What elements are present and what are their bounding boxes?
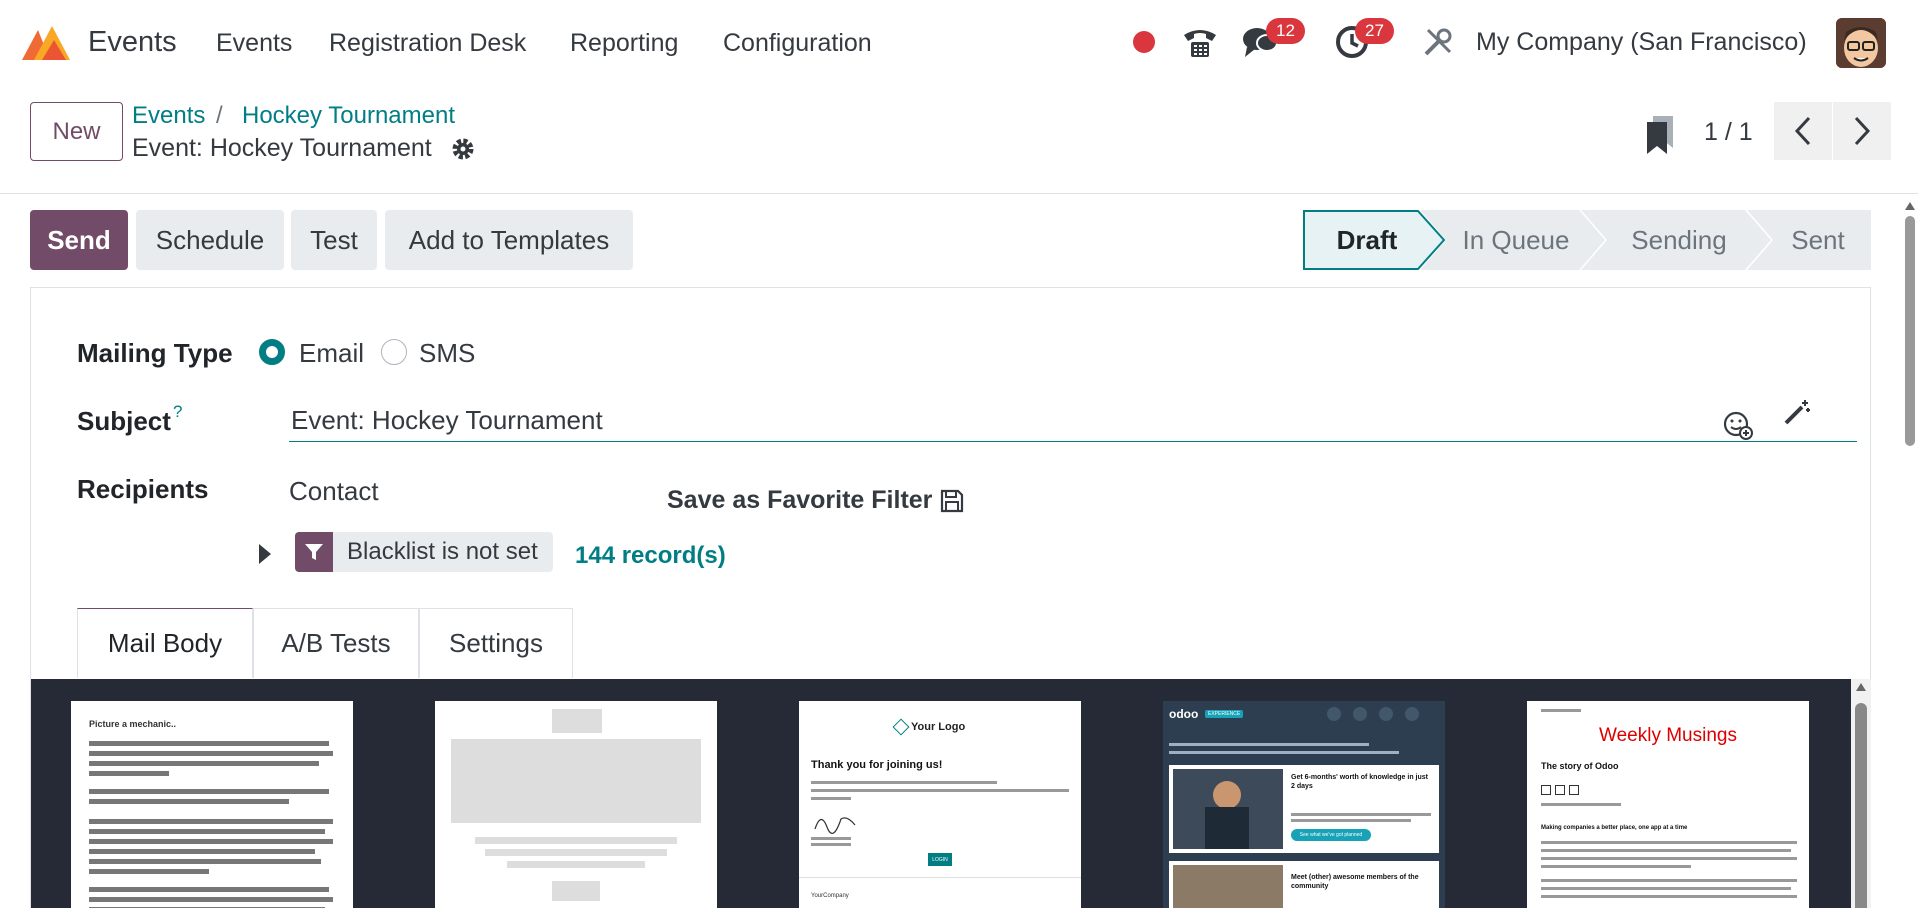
tab-ab-tests[interactable]: A/B Tests bbox=[253, 608, 419, 678]
template-thumb-welcome-logo: Your Logo bbox=[911, 721, 966, 733]
chevron-left-icon bbox=[1794, 116, 1811, 146]
gallery-scrollbar-thumb[interactable] bbox=[1855, 703, 1867, 908]
breadcrumb-hockey-tournament[interactable]: Hockey Tournament bbox=[242, 102, 455, 130]
test-button[interactable]: Test bbox=[291, 210, 377, 270]
template-thumb-blank[interactable] bbox=[435, 701, 717, 908]
template-thumb-newsletter-tag: EXPERIENCE bbox=[1205, 710, 1244, 718]
template-thumb-plain-text[interactable]: Picture a mechanic.. bbox=[71, 701, 353, 908]
template-thumb-welcome-footer: YourCompany bbox=[811, 893, 849, 899]
status-bar: Draft In Queue Sending Sent bbox=[1303, 210, 1871, 270]
schedule-button[interactable]: Schedule bbox=[136, 210, 284, 270]
events-app-logo-icon[interactable] bbox=[22, 24, 72, 60]
template-thumb-newsletter-brand: odoo bbox=[1169, 707, 1199, 721]
sms-radio-label[interactable]: SMS bbox=[419, 338, 475, 369]
filter-icon bbox=[295, 532, 333, 572]
stage-draft[interactable]: Draft bbox=[1303, 210, 1431, 270]
domain-expand-caret-icon[interactable] bbox=[259, 544, 271, 564]
activities-badge: 27 bbox=[1355, 18, 1394, 44]
messages-badge: 12 bbox=[1266, 18, 1305, 44]
top-navbar: Events Events Registration Desk Reportin… bbox=[0, 0, 1918, 86]
gear-icon[interactable] bbox=[450, 136, 476, 162]
template-thumb-newsletter-btn: See what we've got planned bbox=[1291, 829, 1371, 841]
chevron-right-icon bbox=[1854, 116, 1871, 146]
template-thumb-weekly-musings[interactable]: Weekly Musings The story of Odoo Making … bbox=[1527, 701, 1809, 908]
template-thumb-welcome[interactable]: Your Logo Thank you for joining us! LOGI… bbox=[799, 701, 1081, 908]
subject-label: Subject bbox=[77, 406, 171, 436]
menu-reporting[interactable]: Reporting bbox=[570, 29, 678, 58]
subject-help-icon[interactable]: ? bbox=[173, 402, 182, 422]
email-radio[interactable] bbox=[259, 339, 285, 365]
template-thumb-newsletter-item2: Meet (other) awesome members of the comm… bbox=[1291, 874, 1419, 890]
template-thumb-weekly-musings-title: Weekly Musings bbox=[1599, 725, 1737, 746]
breadcrumb-separator: / bbox=[216, 102, 223, 129]
debug-tools-icon[interactable] bbox=[1420, 22, 1456, 62]
pager-previous-button[interactable] bbox=[1774, 102, 1832, 160]
breadcrumb-events[interactable]: Events bbox=[132, 102, 205, 130]
user-avatar[interactable] bbox=[1836, 18, 1886, 68]
record-title: Event: Hockey Tournament bbox=[132, 134, 432, 162]
header-divider bbox=[0, 193, 1918, 194]
template-thumb-weekly-musings-subtitle: The story of Odoo bbox=[1541, 761, 1619, 771]
subject-input[interactable] bbox=[289, 400, 1857, 442]
stage-sending[interactable]: Sending bbox=[1603, 210, 1755, 270]
mailing-type-label: Mailing Type bbox=[77, 338, 233, 368]
send-button[interactable]: Send bbox=[30, 210, 128, 270]
magic-wand-icon[interactable] bbox=[1783, 398, 1811, 426]
tab-mail-body[interactable]: Mail Body bbox=[77, 608, 253, 678]
template-thumb-newsletter[interactable]: odoo EXPERIENCE Get 6-months' worth of k… bbox=[1163, 701, 1445, 908]
menu-events[interactable]: Events bbox=[216, 29, 292, 58]
gallery-scrollbar[interactable] bbox=[1851, 679, 1871, 908]
email-radio-label[interactable]: Email bbox=[299, 338, 364, 369]
add-to-templates-button[interactable]: Add to Templates bbox=[385, 210, 633, 270]
menu-registration-desk[interactable]: Registration Desk bbox=[329, 29, 526, 58]
page-scrollbar-thumb[interactable] bbox=[1905, 216, 1915, 446]
template-thumb-newsletter-item1: Get 6-months' worth of knowledge in just… bbox=[1291, 774, 1428, 790]
stage-in-queue[interactable]: In Queue bbox=[1441, 210, 1591, 270]
template-thumb-welcome-login: LOGIN bbox=[928, 853, 952, 866]
form-sheet: Mailing Type Email SMS Subject ? Recipie… bbox=[30, 287, 1871, 908]
app-name[interactable]: Events bbox=[88, 26, 177, 59]
floppy-disk-icon bbox=[941, 489, 964, 512]
company-switcher[interactable]: My Company (San Francisco) bbox=[1476, 28, 1807, 57]
menu-configuration[interactable]: Configuration bbox=[723, 29, 872, 58]
filter-chip-label: Blacklist is not set bbox=[347, 538, 538, 565]
page-scrollbar[interactable] bbox=[1904, 200, 1916, 908]
template-thumb-weekly-musings-section: Making companies a better place, one app… bbox=[1541, 825, 1688, 831]
emoji-picker-icon[interactable] bbox=[1723, 410, 1753, 440]
template-gallery: Picture a mechanic.. Your Logo Thank you… bbox=[31, 679, 1851, 908]
pager-value[interactable]: 1 / 1 bbox=[1704, 118, 1753, 147]
sms-radio[interactable] bbox=[381, 339, 407, 365]
save-favorite-filter-label: Save as Favorite Filter bbox=[667, 486, 933, 514]
record-count-link[interactable]: 144 record(s) bbox=[575, 542, 726, 570]
template-thumb-plain-text-title: Picture a mechanic.. bbox=[89, 719, 177, 729]
stage-sent[interactable]: Sent bbox=[1765, 210, 1871, 270]
recipients-model-select[interactable]: Contact bbox=[289, 476, 379, 507]
recipients-label: Recipients bbox=[77, 474, 209, 504]
template-thumb-welcome-heading: Thank you for joining us! bbox=[811, 759, 943, 771]
tab-settings[interactable]: Settings bbox=[419, 608, 573, 678]
new-button[interactable]: New bbox=[30, 102, 123, 161]
status-dot-icon[interactable] bbox=[1132, 22, 1156, 62]
phone-icon[interactable] bbox=[1180, 22, 1220, 62]
save-favorite-filter-button[interactable]: Save as Favorite Filter bbox=[667, 486, 964, 515]
pager-next-button[interactable] bbox=[1833, 102, 1891, 160]
filter-chip-blacklist[interactable]: Blacklist is not set bbox=[295, 532, 553, 572]
bookmark-icon[interactable] bbox=[1645, 116, 1675, 154]
